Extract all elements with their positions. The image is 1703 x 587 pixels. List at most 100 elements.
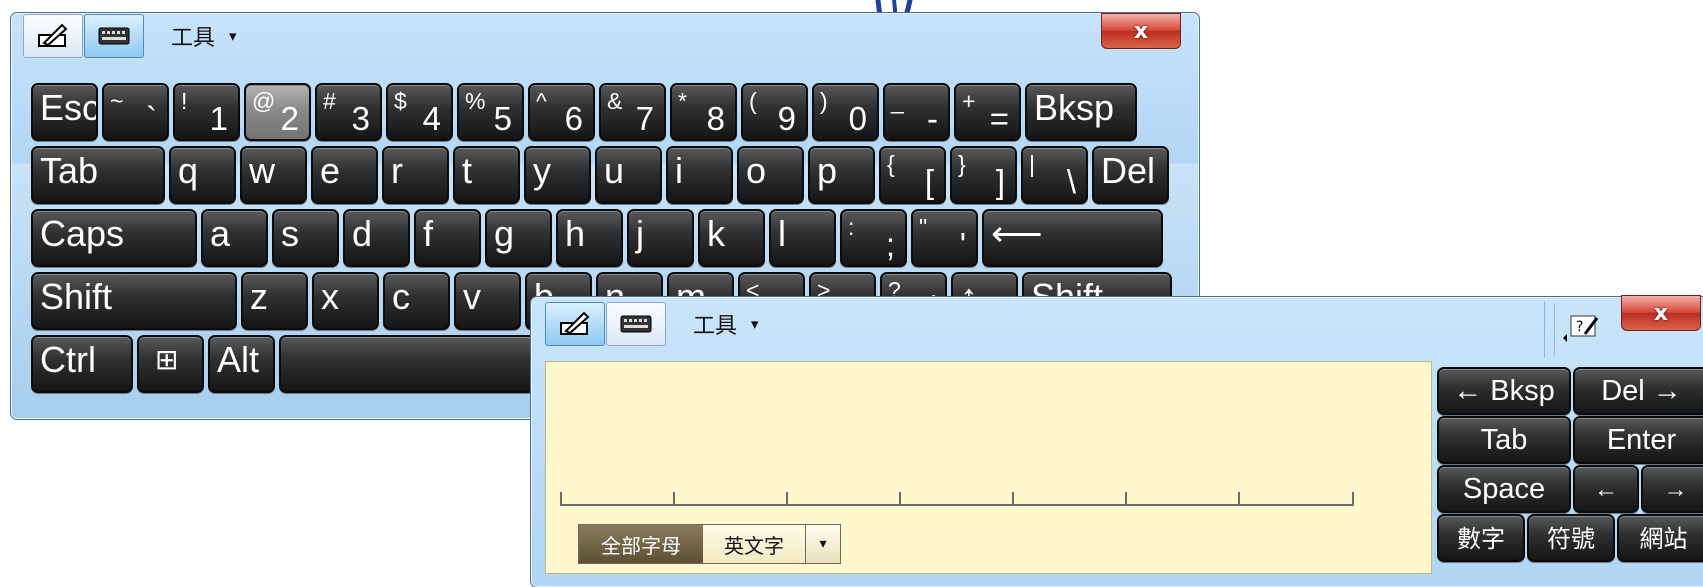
p-key[interactable]: p [808,146,875,204]
t-key[interactable]: t [453,146,520,204]
key-label: Caps [40,213,125,254]
right-arrow-key[interactable]: → [1641,465,1703,513]
base-symbol: 7 [635,100,654,137]
5-key[interactable]: % 5 [457,83,524,141]
i-key[interactable]: i [666,146,733,204]
1-key[interactable]: ! 1 [173,83,240,141]
0-key[interactable]: ) 0 [812,83,879,141]
toolbar-separator [1544,301,1545,357]
key-label: z [250,276,268,317]
web-key[interactable]: 網站 [1617,514,1703,562]
h-key[interactable]: h [556,209,623,267]
c-key[interactable]: c [383,272,450,330]
close-button[interactable]: x [1101,13,1181,49]
esc-key[interactable]: Esc [31,83,98,141]
pen-mode-button[interactable] [545,302,605,346]
symbol-key[interactable]: | \ [1021,146,1088,204]
close-button[interactable]: x [1621,295,1701,331]
bksp-key[interactable]: Bksp [1025,83,1137,141]
backspace-key[interactable]: ← Bksp [1437,367,1571,415]
all-letters-mode[interactable]: 全部字母 [579,525,703,563]
u-key[interactable]: u [595,146,662,204]
symbol-key[interactable]: ~ ` [102,83,169,141]
left-arrow-key[interactable]: ← [1573,465,1639,513]
windows-key[interactable]: ⊞ [137,335,204,393]
2-key[interactable]: @2 [244,83,311,141]
l-key[interactable]: l [769,209,836,267]
tab-key[interactable]: Tab [1437,416,1571,464]
del-key[interactable]: Del [1092,146,1169,204]
key-label: h [565,213,586,254]
symbol-key[interactable]: _ - [883,83,950,141]
r-key[interactable]: r [382,146,449,204]
pen-mode-button[interactable] [23,14,83,58]
space-key[interactable]: Space [1437,465,1571,513]
enter-key[interactable]: ⟵ [982,209,1163,267]
q-key[interactable]: q [169,146,236,204]
svg-text:?: ? [1576,319,1583,335]
f-key[interactable]: f [414,209,481,267]
numbers-key[interactable]: 數字 [1437,514,1525,562]
base-symbol: [ [924,163,934,200]
tools-menu[interactable]: 工具 ▾ [693,308,759,340]
symbol-key[interactable]: {[ [879,146,946,204]
base-symbol: 3 [351,100,370,137]
j-key[interactable]: j [627,209,694,267]
base-symbol: 1 [209,100,228,137]
shift-symbol: " [919,214,928,240]
9-key[interactable]: (9 [741,83,808,141]
g-key[interactable]: g [485,209,552,267]
alt-key[interactable]: Alt [208,335,275,393]
keyboard-mode-button[interactable] [606,302,666,346]
key-label: Del [1101,150,1156,191]
shift-key[interactable]: Shift [31,272,237,330]
symbol-key[interactable]: }] [950,146,1017,204]
e-key[interactable]: e [311,146,378,204]
shift-symbol: @ [252,88,276,114]
tab-key[interactable]: Tab [31,146,165,204]
base-symbol: 5 [493,100,512,137]
z-key[interactable]: z [241,272,308,330]
symbol-key[interactable]: " ' [911,209,978,267]
s-key[interactable]: s [272,209,339,267]
handwriting-area[interactable]: 全部字母 英文字 ▾ [545,361,1432,574]
6-key[interactable]: ^ 6 [528,83,595,141]
pen-icon [38,23,68,47]
key-label: ⊞ [155,344,179,375]
shift-symbol: + [962,88,976,114]
3-key[interactable]: #3 [315,83,382,141]
key-label: Tab [40,150,99,191]
chevron-down-icon[interactable]: ▾ [806,525,840,563]
delete-key[interactable]: Del → [1573,367,1703,415]
symbols-key[interactable]: 符號 [1527,514,1615,562]
7-key[interactable]: & 7 [599,83,666,141]
shift-symbol: _ [891,88,904,114]
shift-symbol: % [465,88,486,114]
pen-icon [560,311,590,335]
symbol-key[interactable]: + = [954,83,1021,141]
base-symbol: ] [995,163,1005,200]
caps-key[interactable]: Caps [31,209,197,267]
8-key[interactable]: * 8 [670,83,737,141]
k-key[interactable]: k [698,209,765,267]
d-key[interactable]: d [343,209,410,267]
symbol-key[interactable]: :; [840,209,907,267]
w-key[interactable]: w [240,146,307,204]
shift-symbol: # [323,88,336,114]
key-label: ⟵ [991,213,1043,254]
key-label: q [178,150,199,191]
enter-key[interactable]: Enter [1573,416,1703,464]
english-words-mode[interactable]: 英文字 [703,525,806,563]
help-button[interactable]: ? [1554,303,1606,355]
ctrl-key[interactable]: Ctrl [31,335,133,393]
4-key[interactable]: $4 [386,83,453,141]
y-key[interactable]: y [524,146,591,204]
o-key[interactable]: o [737,146,804,204]
tools-menu[interactable]: 工具 ▾ [171,20,237,52]
shift-symbol: } [958,151,966,177]
key-label: o [746,150,767,191]
v-key[interactable]: v [454,272,521,330]
keyboard-mode-button[interactable] [84,14,144,58]
a-key[interactable]: a [201,209,268,267]
x-key[interactable]: x [312,272,379,330]
